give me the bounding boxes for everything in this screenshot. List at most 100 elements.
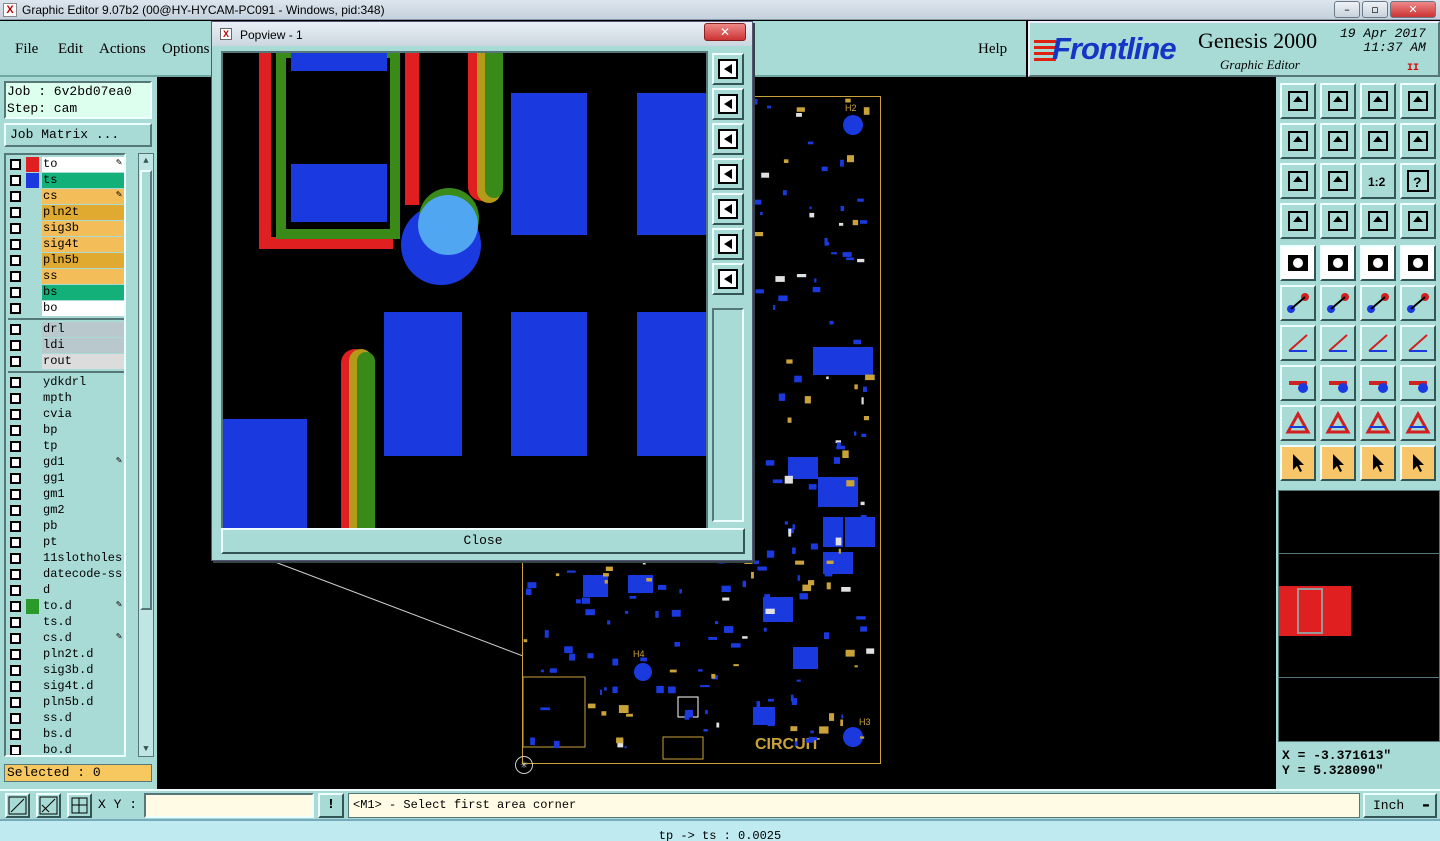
layer-row[interactable]: sig4t <box>6 237 124 252</box>
layer-checkbox[interactable] <box>10 271 21 282</box>
layer-checkbox[interactable] <box>10 473 21 484</box>
layer-name[interactable]: sig4t.d <box>42 679 124 694</box>
layer-list-scrollbar[interactable]: ▲ ▼ <box>138 153 154 757</box>
zoom-home-button[interactable] <box>1280 83 1316 119</box>
layer-row[interactable]: bp <box>6 423 124 438</box>
cross-button[interactable] <box>1320 285 1356 321</box>
home-button[interactable] <box>1360 83 1396 119</box>
angle-button[interactable] <box>1280 325 1316 361</box>
settings-button[interactable] <box>1280 203 1316 239</box>
layer-checkbox[interactable] <box>10 393 21 404</box>
layer-checkbox[interactable] <box>10 633 21 644</box>
menu-actions[interactable]: Actions <box>99 41 146 58</box>
layer-row[interactable]: datecode-ss <box>6 567 124 582</box>
layer-name[interactable]: sig3b.d <box>42 663 124 678</box>
layer-color-swatch[interactable] <box>26 599 39 614</box>
layer-name[interactable]: bo <box>42 301 124 316</box>
layer-checkbox[interactable] <box>10 425 21 436</box>
draw-line-button[interactable] <box>1320 245 1356 281</box>
layer-checkbox[interactable] <box>10 303 21 314</box>
layer-row[interactable]: pb <box>6 519 124 534</box>
layer-row[interactable]: ldi <box>6 338 124 353</box>
layer-row[interactable]: ts <box>6 173 124 188</box>
select-net-button[interactable] <box>1360 445 1396 481</box>
layer-checkbox[interactable] <box>10 175 21 186</box>
copy-button[interactable] <box>1400 365 1436 401</box>
layer-row[interactable]: ydkdrl <box>6 375 124 390</box>
layer-row[interactable]: gg1 <box>6 471 124 486</box>
layer-color-swatch[interactable] <box>26 157 39 172</box>
layer-name[interactable]: cs.d <box>42 631 124 646</box>
pad-circle-button[interactable] <box>1400 245 1436 281</box>
pop-pan-up-button[interactable] <box>712 88 744 120</box>
layer-name[interactable]: pln2t <box>42 205 124 220</box>
grid-button[interactable] <box>1320 203 1356 239</box>
layer-color-swatch[interactable] <box>26 173 39 188</box>
layer-row[interactable]: ss.d <box>6 711 124 726</box>
layer-name[interactable]: cvia <box>42 407 124 422</box>
layer-row[interactable]: drl <box>6 322 124 337</box>
triangle-d-button[interactable] <box>1400 405 1436 441</box>
layer-name[interactable]: ss.d <box>42 711 124 726</box>
maximize-button[interactable]: ▫ <box>1362 1 1388 18</box>
layer-checkbox[interactable] <box>10 713 21 724</box>
pop-pan-left-button[interactable] <box>712 158 744 190</box>
pan-right-button[interactable] <box>1320 123 1356 159</box>
snake-button[interactable] <box>1400 123 1436 159</box>
layer-name[interactable]: tp <box>42 439 124 454</box>
layer-row[interactable]: gm1 <box>6 487 124 502</box>
layer-name[interactable]: bs <box>42 285 124 300</box>
fit-button[interactable] <box>1280 163 1316 199</box>
line-feature-button[interactable] <box>1320 365 1356 401</box>
layer-row[interactable]: pln2t <box>6 205 124 220</box>
layer-row[interactable]: bo.d <box>6 743 124 755</box>
layer-name[interactable]: gg1 <box>42 471 124 486</box>
arc-button[interactable] <box>1360 325 1396 361</box>
layer-name[interactable]: ydkdrl <box>42 375 124 390</box>
add-feature-button[interactable] <box>1280 365 1316 401</box>
help-button[interactable]: ? <box>1400 163 1436 199</box>
pop-zoom-in-button[interactable] <box>712 228 744 260</box>
layer-name[interactable]: ss <box>42 269 124 284</box>
layer-checkbox[interactable] <box>10 255 21 266</box>
layer-name[interactable]: to <box>42 157 124 172</box>
layer-checkbox[interactable] <box>10 239 21 250</box>
layer-row[interactable]: mpth <box>6 391 124 406</box>
layer-checkbox[interactable] <box>10 745 21 755</box>
split-button[interactable] <box>1400 83 1436 119</box>
layer-row[interactable]: cs.d ✎ <box>6 631 124 646</box>
draw-pad-button[interactable] <box>1280 245 1316 281</box>
layer-checkbox[interactable] <box>10 191 21 202</box>
layer-name[interactable]: pln5b.d <box>42 695 124 710</box>
layer-row[interactable]: gd1 ✎ <box>6 455 124 470</box>
layer-name[interactable]: datecode-ss <box>42 567 124 582</box>
layer-row[interactable]: pln5b.d <box>6 695 124 710</box>
layer-name[interactable]: d <box>42 583 124 598</box>
close-window-button[interactable]: ✕ <box>1390 1 1436 18</box>
layer-row[interactable]: cs ✎ <box>6 189 124 204</box>
layer-row[interactable]: to.d ✎ <box>6 599 124 614</box>
layer-checkbox[interactable] <box>10 681 21 692</box>
pan-left-button[interactable] <box>1280 123 1316 159</box>
orientation-up-button[interactable] <box>1320 83 1356 119</box>
layer-row[interactable]: sig4t.d <box>6 679 124 694</box>
layer-checkbox[interactable] <box>10 207 21 218</box>
layer-row[interactable]: to ✎ <box>6 157 124 172</box>
layer-name[interactable]: bo.d <box>42 743 124 755</box>
layer-checkbox[interactable] <box>10 340 21 351</box>
menu-file[interactable]: File <box>15 41 38 58</box>
unit-selector[interactable]: Inch ▬ <box>1363 793 1437 818</box>
layer-row[interactable]: gm2 <box>6 503 124 518</box>
warning-button[interactable]: ! <box>318 793 344 818</box>
layer-row[interactable]: sig3b <box>6 221 124 236</box>
layer-checkbox[interactable] <box>10 569 21 580</box>
layer-checkbox[interactable] <box>10 457 21 468</box>
triangle-c-button[interactable] <box>1360 405 1396 441</box>
layer-name[interactable]: rout <box>42 354 124 369</box>
layer-checkbox[interactable] <box>10 356 21 367</box>
layer-name[interactable]: pb <box>42 519 124 534</box>
menu-help[interactable]: Help <box>978 41 1007 58</box>
layer-checkbox[interactable] <box>10 377 21 388</box>
layer-checkbox[interactable] <box>10 324 21 335</box>
select-path-button[interactable] <box>1400 445 1436 481</box>
